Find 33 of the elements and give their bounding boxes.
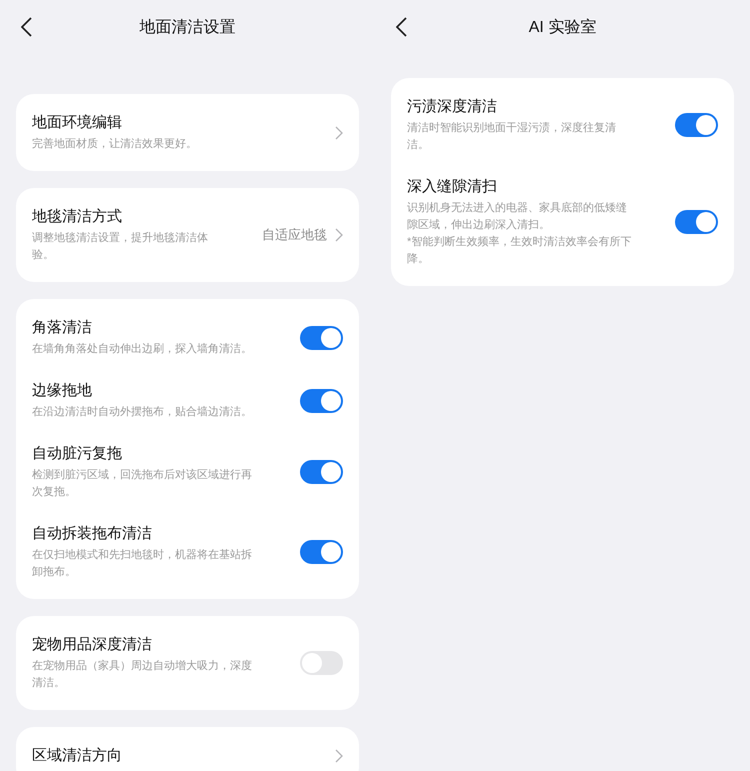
setting-description: 识别机身无法进入的电器、家具底部的低矮缝隙区域，伸出边刷深入清扫。	[407, 200, 628, 233]
setting-description: 清洁时智能识别地面干湿污渍，深度往复清洁。	[407, 120, 617, 153]
setting-description: 完善地面材质，让清洁效果更好。	[32, 136, 198, 152]
setting-title: 污渍深度清洁	[407, 97, 498, 117]
setting-description: 在墙角角落处自动伸出边刷，探入墙角清洁。	[32, 342, 253, 357]
page-title: AI 实验室	[528, 18, 596, 38]
chevron-right-icon	[335, 749, 343, 763]
setting-title: 宠物用品深度清洁	[32, 635, 153, 655]
setting-description: 调整地毯清洁设置，提升地毯清洁体验。	[32, 231, 209, 263]
setting-title: 地面环境编辑	[32, 113, 123, 133]
page-title: 地面清洁设置	[140, 18, 236, 38]
setting-title: 区域清洁方向	[32, 746, 122, 766]
toggle-switch[interactable]	[300, 540, 343, 564]
toggle-switch[interactable]	[300, 326, 343, 350]
chevron-right-icon	[335, 126, 343, 140]
setting-description: 在仅扫地模式和先扫地毯时，机器将在基站拆卸拖布。	[32, 548, 253, 580]
setting-value: 自适应地毯	[262, 226, 327, 244]
toggle-switch[interactable]	[300, 651, 343, 675]
setting-title: 自动脏污复拖	[32, 444, 123, 464]
setting-title: 深入缝隙清扫	[407, 177, 498, 197]
setting-title: 自动拆装拖布清洁	[32, 524, 153, 544]
setting-note: *智能判断生效频率，生效时清洁效率会有所下降。	[407, 234, 632, 267]
setting-title: 地毯清洁方式	[32, 207, 123, 227]
setting-title: 边缘拖地	[32, 381, 93, 401]
toggle-switch[interactable]	[675, 210, 718, 234]
toggle-switch[interactable]	[675, 113, 718, 137]
toggle-switch[interactable]	[300, 388, 343, 412]
setting-description: 在沿边清洁时自动外摆拖布，贴合墙边清洁。	[32, 405, 253, 420]
toggle-switch[interactable]	[300, 460, 343, 484]
setting-title: 角落清洁	[32, 318, 93, 338]
setting-description: 在宠物用品（家具）周边自动增大吸力，深度清洁。	[32, 658, 253, 691]
setting-description: 检测到脏污区域，回洗拖布后对该区域进行再次复拖。	[32, 468, 253, 500]
chevron-right-icon	[335, 228, 343, 242]
